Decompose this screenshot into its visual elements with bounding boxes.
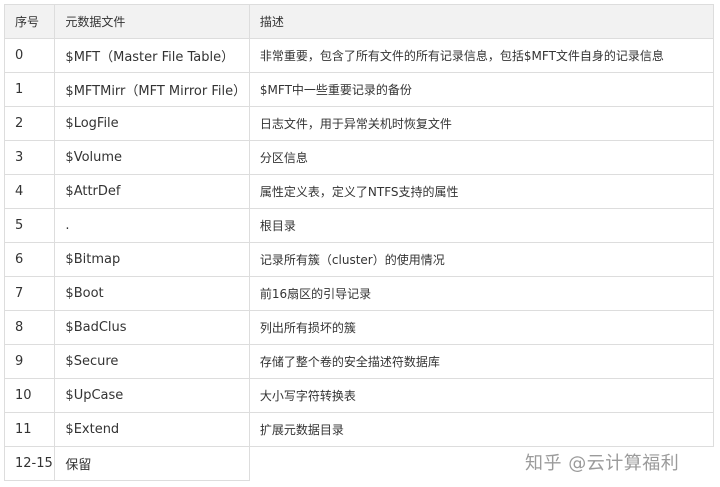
row-index: 12-15 xyxy=(3,446,56,481)
row-description: 前16扇区的引导记录 xyxy=(248,276,715,311)
row-index: 4 xyxy=(3,174,56,209)
row-description: 分区信息 xyxy=(248,140,715,175)
row-metadata-file: $LogFile xyxy=(54,106,250,141)
table-row: 1 $MFTMirr（MFT Mirror File） $MFT中一些重要记录的… xyxy=(3,72,715,107)
header-metadata-file: 元数据文件 xyxy=(54,4,250,39)
row-description: 日志文件，用于异常关机时恢复文件 xyxy=(248,106,715,141)
table-row: 6 $Bitmap 记录所有簇（cluster）的使用情况 xyxy=(3,242,715,277)
table-row: 0 $MFT（Master File Table） 非常重要，包含了所有文件的所… xyxy=(3,38,715,73)
row-index: 7 xyxy=(3,276,56,311)
table-row: 7 $Boot 前16扇区的引导记录 xyxy=(3,276,715,311)
row-index: 5 xyxy=(3,208,56,243)
row-metadata-file: $Bitmap xyxy=(54,242,250,277)
table-row: 8 $BadClus 列出所有损坏的簇 xyxy=(3,310,715,345)
table-header: 序号 元数据文件 描述 xyxy=(3,4,715,39)
mft-metadata-table: 序号 元数据文件 描述 0 $MFT（Master File Table） 非常… xyxy=(3,4,715,481)
header-index: 序号 xyxy=(3,4,56,39)
table-row: 11 $Extend 扩展元数据目录 xyxy=(3,412,715,447)
row-metadata-file: $BadClus xyxy=(54,310,250,345)
row-index: 8 xyxy=(3,310,56,345)
row-index: 2 xyxy=(3,106,56,141)
row-index: 1 xyxy=(3,72,56,107)
table-body: 0 $MFT（Master File Table） 非常重要，包含了所有文件的所… xyxy=(3,38,715,481)
row-description: 扩展元数据目录 xyxy=(248,412,715,447)
row-description: $MFT中一些重要记录的备份 xyxy=(248,72,715,107)
table-row: 2 $LogFile 日志文件，用于异常关机时恢复文件 xyxy=(3,106,715,141)
row-index: 10 xyxy=(3,378,56,413)
row-metadata-file: 保留 xyxy=(54,446,250,481)
row-metadata-file: $Volume xyxy=(54,140,250,175)
row-metadata-file: $Boot xyxy=(54,276,250,311)
table-header-row: 序号 元数据文件 描述 xyxy=(3,4,715,39)
row-index: 6 xyxy=(3,242,56,277)
row-metadata-file: . xyxy=(54,208,250,243)
zhihu-watermark: 知乎 @云计算福利 xyxy=(525,453,680,474)
row-metadata-file: $Secure xyxy=(54,344,250,379)
row-metadata-file: $MFTMirr（MFT Mirror File） xyxy=(54,72,250,107)
row-description: 大小写字符转换表 xyxy=(248,378,715,413)
row-index: 0 xyxy=(3,38,56,73)
header-description: 描述 xyxy=(248,4,715,39)
row-index: 3 xyxy=(3,140,56,175)
row-index: 11 xyxy=(3,412,56,447)
row-metadata-file: $AttrDef xyxy=(54,174,250,209)
row-description: 记录所有簇（cluster）的使用情况 xyxy=(248,242,715,277)
row-description: 非常重要，包含了所有文件的所有记录信息，包括$MFT文件自身的记录信息 xyxy=(248,38,715,73)
table-row: 9 $Secure 存储了整个卷的安全描述符数据库 xyxy=(3,344,715,379)
row-metadata-file: $MFT（Master File Table） xyxy=(54,38,250,73)
row-description: 列出所有损坏的簇 xyxy=(248,310,715,345)
row-metadata-file: $Extend xyxy=(54,412,250,447)
table-row: 3 $Volume 分区信息 xyxy=(3,140,715,175)
row-description: 存储了整个卷的安全描述符数据库 xyxy=(248,344,715,379)
row-description: 属性定义表，定义了NTFS支持的属性 xyxy=(248,174,715,209)
table-row: 10 $UpCase 大小写字符转换表 xyxy=(3,378,715,413)
table-row: 5 . 根目录 xyxy=(3,208,715,243)
row-description: 根目录 xyxy=(248,208,715,243)
row-index: 9 xyxy=(3,344,56,379)
table-row: 4 $AttrDef 属性定义表，定义了NTFS支持的属性 xyxy=(3,174,715,209)
row-metadata-file: $UpCase xyxy=(54,378,250,413)
